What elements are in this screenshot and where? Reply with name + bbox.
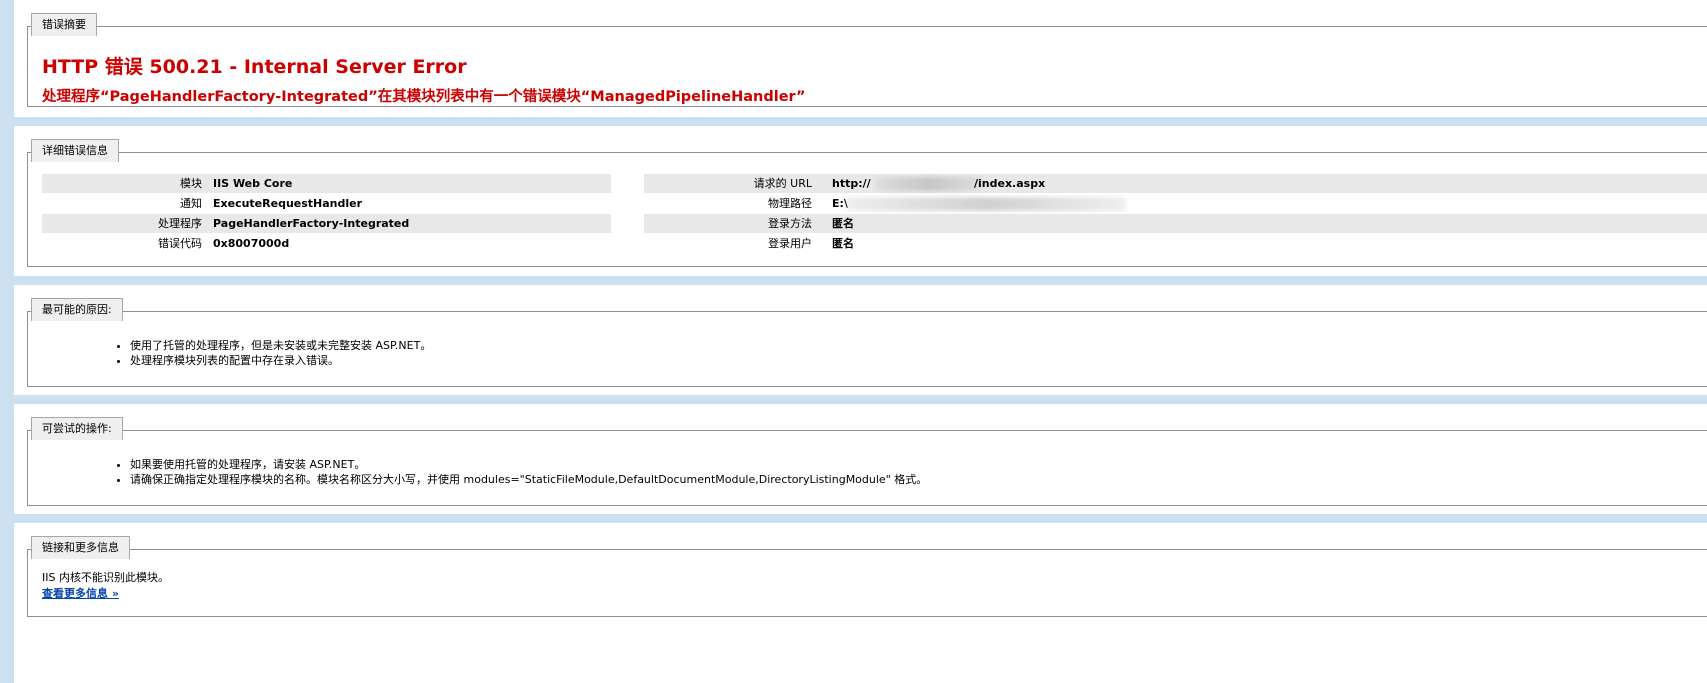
detail-value: ExecuteRequestHandler bbox=[213, 197, 363, 210]
detail-label: 通知 bbox=[180, 197, 202, 210]
summary-legend: 错误摘要 bbox=[31, 13, 97, 36]
details-fieldset: 详细错误信息 模块 IIS Web Core 通知 ExecuteRequest… bbox=[27, 139, 1707, 267]
detail-row-logon-user: 登录用户 匿名 bbox=[644, 234, 1707, 253]
detail-value: IIS Web Core bbox=[213, 177, 293, 190]
details-legend: 详细错误信息 bbox=[31, 139, 119, 162]
causes-list: 使用了托管的处理程序，但是未安装或未完整安装 ASP.NET。 处理程序模块列表… bbox=[118, 338, 431, 368]
detail-row-handler: 处理程序 PageHandlerFactory-Integrated bbox=[42, 214, 611, 233]
detail-row-module: 模块 IIS Web Core bbox=[42, 174, 611, 193]
detail-row-logon-method: 登录方法 匿名 bbox=[644, 214, 1707, 233]
error-title: HTTP 错误 500.21 - Internal Server Error bbox=[42, 56, 467, 78]
actions-legend: 可尝试的操作: bbox=[31, 417, 123, 440]
details-panel: 详细错误信息 模块 IIS Web Core 通知 ExecuteRequest… bbox=[14, 126, 1707, 276]
actions-list: 如果要使用托管的处理程序，请安装 ASP.NET。 请确保正确指定处理程序模块的… bbox=[118, 457, 927, 487]
summary-fieldset: 错误摘要 HTTP 错误 500.21 - Internal Server Er… bbox=[27, 13, 1707, 107]
detail-value-prefix: http:// bbox=[832, 177, 871, 190]
list-item: 使用了托管的处理程序，但是未安装或未完整安装 ASP.NET。 bbox=[130, 338, 431, 353]
detail-value: 0x8007000d bbox=[213, 237, 290, 250]
summary-panel: 错误摘要 HTTP 错误 500.21 - Internal Server Er… bbox=[14, 0, 1707, 117]
redacted-region bbox=[846, 197, 1126, 211]
detail-value: 匿名 bbox=[832, 217, 854, 230]
links-text: IIS 内核不能识别此模块。 bbox=[42, 571, 169, 584]
redacted-region bbox=[876, 177, 981, 191]
causes-panel: 最可能的原因: 使用了托管的处理程序，但是未安装或未完整安装 ASP.NET。 … bbox=[14, 285, 1707, 395]
causes-fieldset: 最可能的原因: 使用了托管的处理程序，但是未安装或未完整安装 ASP.NET。 … bbox=[27, 298, 1707, 387]
more-info-link[interactable]: 查看更多信息 » bbox=[42, 585, 119, 601]
detail-label: 错误代码 bbox=[158, 237, 202, 250]
detail-label: 处理程序 bbox=[158, 217, 202, 230]
links-legend: 链接和更多信息 bbox=[31, 536, 130, 559]
links-fieldset: 链接和更多信息 IIS 内核不能识别此模块。 查看更多信息 » bbox=[27, 536, 1707, 617]
detail-row-request-url: 请求的 URL http:// /index.aspx bbox=[644, 174, 1707, 193]
detail-label: 请求的 URL bbox=[753, 177, 812, 190]
detail-row-notification: 通知 ExecuteRequestHandler bbox=[42, 194, 611, 213]
actions-panel: 可尝试的操作: 如果要使用托管的处理程序，请安装 ASP.NET。 请确保正确指… bbox=[14, 404, 1707, 514]
detail-label: 模块 bbox=[180, 177, 202, 190]
detail-row-error-code: 错误代码 0x8007000d bbox=[42, 234, 611, 253]
detail-value: 匿名 bbox=[832, 237, 854, 250]
detail-value: PageHandlerFactory-Integrated bbox=[213, 217, 410, 230]
detail-label: 物理路径 bbox=[768, 197, 812, 210]
list-item: 请确保正确指定处理程序模块的名称。模块名称区分大小写，并使用 modules="… bbox=[130, 472, 927, 487]
links-panel: 链接和更多信息 IIS 内核不能识别此模块。 查看更多信息 » bbox=[14, 523, 1707, 683]
list-item: 处理程序模块列表的配置中存在录入错误。 bbox=[130, 353, 431, 368]
causes-legend: 最可能的原因: bbox=[31, 298, 123, 321]
error-subtitle: 处理程序“PageHandlerFactory-Integrated”在其模块列… bbox=[42, 89, 806, 105]
detail-label: 登录用户 bbox=[768, 237, 812, 250]
detail-label: 登录方法 bbox=[768, 217, 812, 230]
list-item: 如果要使用托管的处理程序，请安装 ASP.NET。 bbox=[130, 457, 927, 472]
actions-fieldset: 可尝试的操作: 如果要使用托管的处理程序，请安装 ASP.NET。 请确保正确指… bbox=[27, 417, 1707, 506]
detail-row-physical-path: 物理路径 E:\ bbox=[644, 194, 1707, 213]
detail-value-suffix: /index.aspx bbox=[974, 177, 1046, 190]
